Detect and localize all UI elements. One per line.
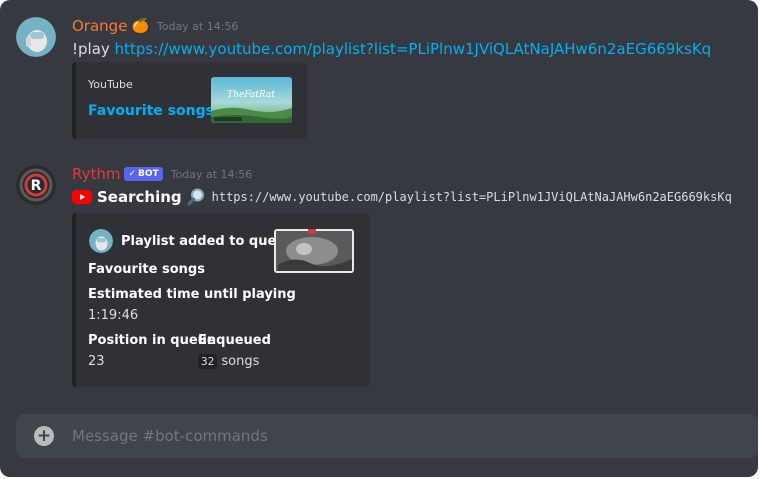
search-url: https://www.youtube.com/playlist?list=PL…	[211, 190, 732, 204]
field-eta-value: 1:19:46	[88, 308, 139, 323]
message-rythm: R Rythm ✓ BOT Today at 14:56 Searching h…	[0, 163, 758, 393]
message-input[interactable]: Message #bot-commands	[72, 414, 268, 458]
enqueued-suffix: songs	[221, 354, 260, 369]
message-header: Orange 🍊 Today at 14:56	[72, 15, 238, 37]
youtube-icon	[72, 190, 92, 204]
chat-window: Orange 🍊 Today at 14:56 !play https://ww…	[0, 0, 758, 477]
queue-embed: Playlist added to queue Favourite songs …	[72, 213, 370, 387]
bot-tag: ✓ BOT	[124, 167, 163, 181]
author-name: Playlist added to queue	[121, 233, 295, 249]
command-text: !play	[72, 40, 115, 58]
timestamp: Today at 14:56	[170, 167, 253, 181]
message-orange: Orange 🍊 Today at 14:56 !play https://ww…	[0, 15, 758, 145]
field-position-name: Position in queue	[88, 333, 216, 348]
avatar-orange[interactable]	[16, 17, 56, 57]
verified-check-icon: ✓	[128, 169, 137, 179]
message-header: Rythm ✓ BOT Today at 14:56	[72, 163, 252, 185]
bot-tag-label: BOT	[138, 169, 159, 179]
plus-circle-icon[interactable]: +	[34, 426, 54, 446]
magnifier-icon	[186, 187, 206, 207]
searching-label: Searching	[97, 188, 182, 206]
embed-description: Favourite songs	[88, 262, 205, 277]
message-content: !play https://www.youtube.com/playlist?l…	[72, 38, 711, 60]
enqueued-count: 32	[198, 354, 218, 369]
embed-title[interactable]: Favourite songs	[88, 103, 214, 119]
searching-line: Searching https://www.youtube.com/playli…	[72, 186, 732, 208]
svg-text:R: R	[31, 178, 42, 194]
embed-provider[interactable]: YouTube	[88, 78, 133, 91]
username-orange[interactable]: Orange	[72, 17, 127, 35]
username-rythm[interactable]: Rythm	[72, 165, 120, 183]
timestamp: Today at 14:56	[156, 19, 239, 33]
field-position-value: 23	[88, 354, 105, 369]
author-avatar	[89, 229, 113, 253]
orange-emoji-icon: 🍊	[131, 18, 149, 34]
field-eta-name: Estimated time until playing	[88, 287, 296, 302]
svg-text:TheFatRat: TheFatRat	[227, 90, 275, 100]
embed-thumbnail[interactable]	[274, 229, 354, 273]
youtube-embed: YouTube Favourite songs TheFatRat	[72, 62, 307, 139]
embed-author: Playlist added to queue	[89, 229, 294, 253]
message-composer[interactable]: + Message #bot-commands	[16, 414, 758, 458]
field-enqueued-value: 32 songs	[198, 354, 259, 369]
field-enqueued-name: Enqueued	[198, 333, 271, 348]
avatar-rythm[interactable]: R	[16, 165, 56, 205]
playlist-thumbnail[interactable]: TheFatRat	[211, 77, 292, 123]
playlist-link[interactable]: https://www.youtube.com/playlist?list=PL…	[115, 40, 712, 58]
